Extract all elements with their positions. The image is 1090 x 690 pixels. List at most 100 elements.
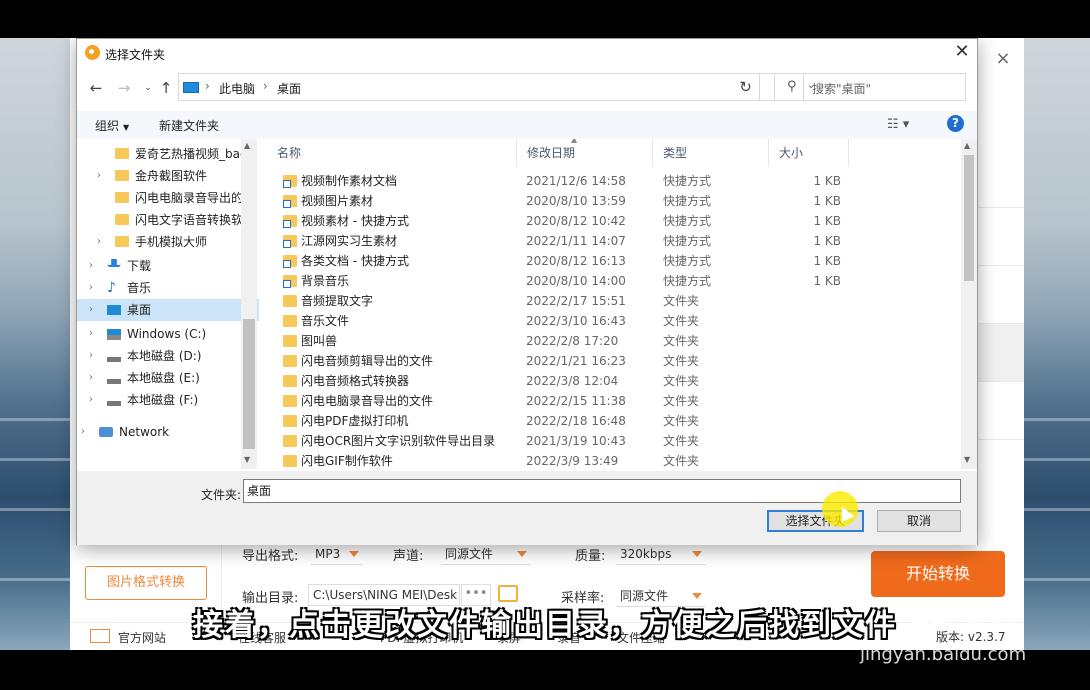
expand-chevron-icon[interactable]: › [97,165,101,187]
file-row[interactable]: 音频提取文字 2022/2/17 15:51 文件夹 [261,291,961,311]
file-name: 闪电电脑录音导出的文件 [301,394,434,408]
tree-item[interactable]: › 本地磁盘 (D:) [77,345,259,367]
tree-item[interactable]: › 本地磁盘 (F:) [77,389,259,411]
drive-icon [107,351,121,362]
column-header-name[interactable]: 名称 [261,139,517,167]
tree-item[interactable]: › 桌面 [77,299,259,321]
file-row[interactable]: 各类文档 - 快捷方式 2020/8/12 16:13 快捷方式 1 KB [261,251,961,271]
expand-chevron-icon[interactable]: › [89,367,93,389]
file-size: 1 KB [813,254,841,268]
search-box[interactable]: ⚲ 搜索"桌面" [774,73,966,101]
baidu-jingyan-watermark-logo: Bai 经验 [910,602,1018,632]
file-row[interactable]: 闪电GIF制作软件 2022/3/9 13:49 文件夹 [261,451,961,469]
file-date: 2020/8/12 16:13 [526,254,626,268]
address-bar[interactable]: › 此电脑 › 桌面 ⌄ [178,73,815,101]
file-row[interactable]: 视频图片素材 2020/8/10 13:59 快捷方式 1 KB [261,191,961,211]
file-row[interactable]: 图叫兽 2022/2/8 17:20 文件夹 [261,331,961,351]
command-bar: 组织 ▼ 新建文件夹 ☷ ▾ ? [77,111,977,139]
expand-chevron-icon[interactable]: › [89,389,93,411]
expand-chevron-icon[interactable]: › [89,255,93,277]
file-date: 2022/1/11 14:07 [526,234,626,248]
tree-item[interactable]: › 手机模拟大师 [77,231,259,253]
column-header-date[interactable]: 修改日期 [517,139,653,167]
channel-value: 同源文件 [445,547,494,561]
tree-item[interactable]: › Windows (C:) [77,323,259,345]
new-folder-button[interactable]: 新建文件夹 [159,117,219,134]
tree-item[interactable]: › 下载 [77,255,259,277]
folder-shortcut-icon [283,215,297,228]
file-row[interactable]: 视频制作素材文档 2021/12/6 14:58 快捷方式 1 KB [261,171,961,191]
folder-icon [283,315,297,327]
cancel-button[interactable]: 取消 [877,510,961,532]
recent-locations-chevron-icon[interactable]: ⌄ [139,79,157,97]
folder-icon [283,295,297,307]
file-size: 1 KB [813,214,841,228]
folder-icon [115,236,129,247]
this-pc-icon [183,82,199,93]
forward-arrow-icon[interactable]: → [115,79,133,97]
back-arrow-icon[interactable]: ← [87,79,105,97]
file-type: 文件夹 [663,294,700,308]
expand-chevron-icon[interactable]: › [89,345,93,367]
expand-chevron-icon[interactable]: › [89,299,93,321]
help-icon[interactable]: ? [947,115,964,132]
image-convert-button[interactable]: 图片格式转换 [85,566,207,600]
column-header-size[interactable]: 大小 [769,139,849,167]
column-header-type[interactable]: 类型 [653,139,769,167]
music-icon: ♪ [107,280,116,296]
expand-chevron-icon[interactable]: › [97,231,101,253]
file-name: 视频素材 - 快捷方式 [301,214,409,228]
folder-icon [283,355,297,367]
file-row[interactable]: 背景音乐 2020/8/10 14:00 快捷方式 1 KB [261,271,961,291]
organize-menu[interactable]: 组织 ▼ [95,117,129,134]
app-close-button[interactable]: × [994,50,1012,68]
file-row[interactable]: 江源网实习生素材 2022/1/11 14:07 快捷方式 1 KB [261,231,961,251]
folder-icon [115,148,129,159]
file-type: 文件夹 [663,334,700,348]
file-type: 快捷方式 [663,254,712,268]
tree-item[interactable]: › 金舟截图软件 [77,165,259,187]
expand-chevron-icon[interactable]: › [89,323,93,345]
file-type: 文件夹 [663,354,700,368]
tree-item[interactable]: › ♪ 音乐 [77,277,259,299]
search-icon: ⚲ [787,79,797,94]
folder-icon [115,192,129,203]
file-row[interactable]: 视频素材 - 快捷方式 2020/8/12 10:42 快捷方式 1 KB [261,211,961,231]
file-date: 2022/2/8 17:20 [526,334,619,348]
file-row[interactable]: 闪电OCR图片文字识别软件导出目录 2021/3/19 10:43 文件夹 [261,431,961,451]
tree-item[interactable]: 爱奇艺热播视频_bac [77,143,259,165]
file-name: 音频提取文字 [301,294,374,308]
expand-chevron-icon[interactable]: › [81,421,85,443]
folder-icon [283,435,297,447]
refresh-icon[interactable]: ↻ [732,73,760,101]
file-type: 文件夹 [663,374,700,388]
file-date: 2022/2/15 11:38 [526,394,626,408]
file-row[interactable]: 闪电音频剪辑导出的文件 2022/1/21 16:23 文件夹 [261,351,961,371]
file-size: 1 KB [813,234,841,248]
dialog-close-icon[interactable]: ✕ [953,43,971,61]
file-row[interactable]: 闪电音频格式转换器 2022/3/8 12:04 文件夹 [261,371,961,391]
file-row[interactable]: 音乐文件 2022/3/10 16:43 文件夹 [261,311,961,331]
tree-item[interactable]: 闪电电脑录音导出的 [77,187,259,209]
breadcrumb-desktop[interactable]: 桌面 [277,80,301,97]
export-format-select[interactable]: MP3 [311,543,363,565]
tree-scrollbar[interactable]: ▲ ▼ [241,139,257,469]
channel-select[interactable]: 同源文件 [441,543,531,565]
desktop-icon [107,305,121,315]
file-list-scrollbar[interactable]: ▲ ▼ [961,139,977,469]
quality-select[interactable]: 320kbps [616,543,706,565]
tree-item-label: 本地磁盘 (E:) [127,371,200,385]
file-row[interactable]: 闪电电脑录音导出的文件 2022/2/15 11:38 文件夹 [261,391,961,411]
view-options-icon[interactable]: ☷ ▾ [887,117,909,132]
up-arrow-icon[interactable]: ↑ [157,79,175,97]
tree-item[interactable]: › Network [77,421,259,443]
tree-item[interactable]: › 本地磁盘 (E:) [77,367,259,389]
breadcrumb-separator-icon: › [263,79,268,93]
breadcrumb-this-pc[interactable]: 此电脑 [219,80,255,97]
expand-chevron-icon[interactable]: › [89,277,93,299]
start-convert-button[interactable]: 开始转换 [871,551,1005,597]
app-logo-icon [85,45,100,60]
file-row[interactable]: 闪电PDF虚拟打印机 2022/2/18 16:48 文件夹 [261,411,961,431]
tree-item[interactable]: 闪电文字语音转换软 [77,209,259,231]
file-name: 江源网实习生素材 [301,234,398,248]
